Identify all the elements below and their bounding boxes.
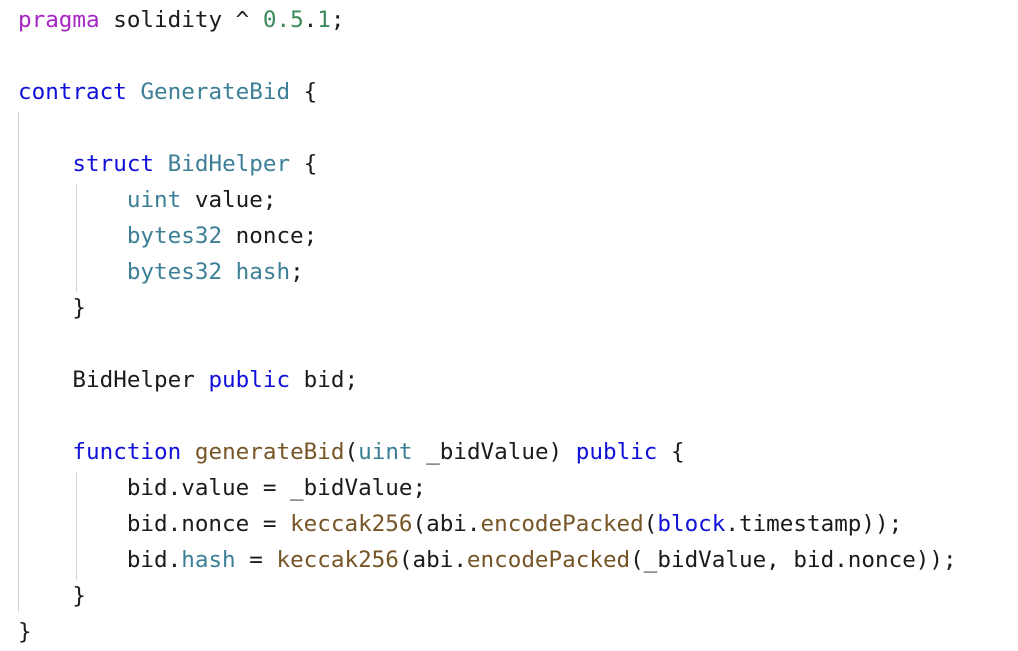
code-line: uint value; [18,182,957,218]
code-token: bytes32 [126,223,223,249]
code-token: bid. [18,547,182,573]
code-token: struct [72,151,155,177]
code-line: bytes32 hash; [18,254,957,290]
code-token: { [290,79,318,105]
code-token: . [303,7,318,33]
code-token: GenerateBid [140,79,291,105]
code-token: hash [181,547,236,573]
code-token: bid.value = _bidValue; [18,475,427,501]
code-line: } [18,614,957,650]
code-token: { [657,439,685,465]
code-token: solidity ^ [99,7,263,33]
code-token: BidHelper [18,367,209,393]
code-token: _bidValue) [412,439,576,465]
code-line: bid.hash = keccak256(abi.encodePacked(_b… [18,542,957,578]
code-line: contract GenerateBid { [18,74,957,110]
code-token: ( [643,511,658,537]
code-token: ; [330,7,345,33]
code-editor[interactable]: pragma solidity ^ 0.5.1; contract Genera… [0,0,1018,651]
code-token: contract [18,79,127,105]
code-token: (abi. [398,547,467,573]
code-line: } [18,290,957,326]
code-token: = [235,547,277,573]
code-token: bid; [290,367,359,393]
code-token: hash [235,259,291,285]
code-token: pragma [18,7,100,33]
code-token: value; [181,187,277,213]
code-token: public [208,367,291,393]
code-token: ; [290,259,304,285]
code-token: } [18,583,87,609]
code-token: ( [344,439,359,465]
code-token: generateBid [194,439,345,465]
code-token: keccak256 [276,547,399,573]
code-token: bid.nonce = [18,511,291,537]
code-line: pragma solidity ^ 0.5.1; [18,2,957,38]
code-token: uint [126,187,182,213]
code-token: uint [358,439,413,465]
code-token: block [657,511,726,537]
code-line: bid.nonce = keccak256(abi.encodePacked(b… [18,506,957,542]
code-token: encodePacked [466,547,631,573]
code-token: (_bidValue, bid.nonce)); [630,547,957,573]
code-token: nonce; [222,223,318,249]
code-line: bytes32 nonce; [18,218,957,254]
code-content[interactable]: pragma solidity ^ 0.5.1; contract Genera… [18,2,957,650]
code-token: keccak256 [290,511,413,537]
code-token: function [72,439,182,465]
code-token: encodePacked [480,511,644,537]
code-token: } [18,619,32,645]
code-line: function generateBid(uint _bidValue) pub… [18,434,957,470]
code-token: 0.5 [262,7,304,33]
code-line: bid.value = _bidValue; [18,470,957,506]
code-token: BidHelper [167,151,291,177]
code-token: { [290,151,318,177]
code-token: (abi. [412,511,481,537]
code-line: BidHelper public bid; [18,362,957,398]
code-token: 1 [317,7,331,33]
code-token: bytes32 [126,259,223,285]
code-token: public [575,439,658,465]
code-line: struct BidHelper { [18,146,957,182]
code-token: } [18,295,87,321]
code-token: .timestamp)); [725,511,903,537]
code-line: } [18,578,957,614]
